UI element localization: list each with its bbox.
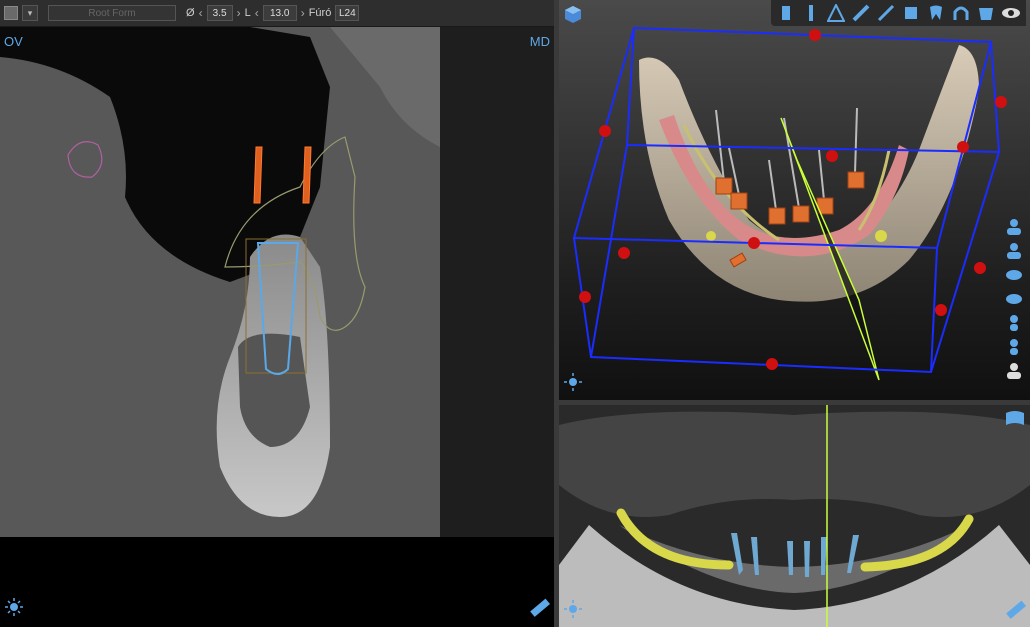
panoramic-view[interactable] [559, 405, 1030, 627]
crown-icon[interactable] [900, 2, 922, 24]
patient-top-icon[interactable] [1004, 314, 1024, 332]
view-cube-icon[interactable] [563, 4, 585, 26]
measure-icon[interactable] [850, 2, 872, 24]
tooth-icon[interactable] [925, 2, 947, 24]
implant-toolbar: ▾ Root Form Ø ‹ 3.5 › L ‹ 13.0 › Fúró L2… [0, 0, 554, 27]
length-decrease-button[interactable]: ‹ [255, 6, 259, 20]
color-dropdown-button[interactable]: ▾ [22, 5, 38, 21]
drill-sleeve-icon[interactable] [800, 2, 822, 24]
diameter-symbol: Ø [186, 7, 195, 19]
brightness-contrast-icon[interactable] [563, 599, 585, 621]
length-increase-button[interactable]: › [301, 6, 305, 20]
patient-back-icon[interactable] [1004, 242, 1024, 260]
ct-cross-section-image [0, 27, 554, 537]
lighting-icon[interactable] [563, 372, 585, 394]
3d-toolbar [771, 0, 1026, 26]
ruler-icon[interactable] [875, 2, 897, 24]
view-orientation-left-label: OV [4, 34, 23, 49]
length-symbol: L [244, 7, 251, 19]
patient-left-icon[interactable] [1004, 266, 1024, 284]
panoramic-image [559, 405, 1030, 627]
3d-view[interactable] [559, 0, 1030, 400]
brightness-contrast-icon[interactable] [4, 597, 26, 619]
3d-jaw-model [572, 26, 1007, 381]
view-orientation-right-label: MD [529, 34, 550, 49]
arch-icon[interactable] [950, 2, 972, 24]
length-input[interactable]: 13.0 [262, 5, 297, 21]
patient-reset-icon[interactable] [1004, 362, 1024, 380]
patient-front-icon[interactable] [1004, 218, 1024, 236]
implant-icon[interactable] [775, 2, 797, 24]
cross-section-view[interactable]: ▾ Root Form Ø ‹ 3.5 › L ‹ 13.0 › Fúró L2… [0, 0, 554, 627]
measure-icon[interactable] [1004, 599, 1026, 621]
object-name-field[interactable]: Root Form [48, 5, 176, 21]
drill-label: Fúró [308, 7, 332, 19]
patient-bottom-icon[interactable] [1004, 338, 1024, 356]
patient-right-icon[interactable] [1004, 290, 1024, 308]
jaw-icon[interactable] [975, 2, 997, 24]
annotation-icon[interactable] [825, 2, 847, 24]
panoramic-curve-icon[interactable] [1004, 409, 1026, 431]
diameter-input[interactable]: 3.5 [206, 5, 233, 21]
diameter-decrease-button[interactable]: ‹ [199, 6, 203, 20]
orientation-toolbar [1002, 218, 1026, 380]
eye-icon[interactable] [1000, 2, 1022, 24]
ruler-icon[interactable] [528, 597, 550, 619]
diameter-increase-button[interactable]: › [237, 6, 241, 20]
drill-input[interactable]: L24 [335, 5, 360, 21]
color-swatch[interactable] [4, 6, 18, 20]
